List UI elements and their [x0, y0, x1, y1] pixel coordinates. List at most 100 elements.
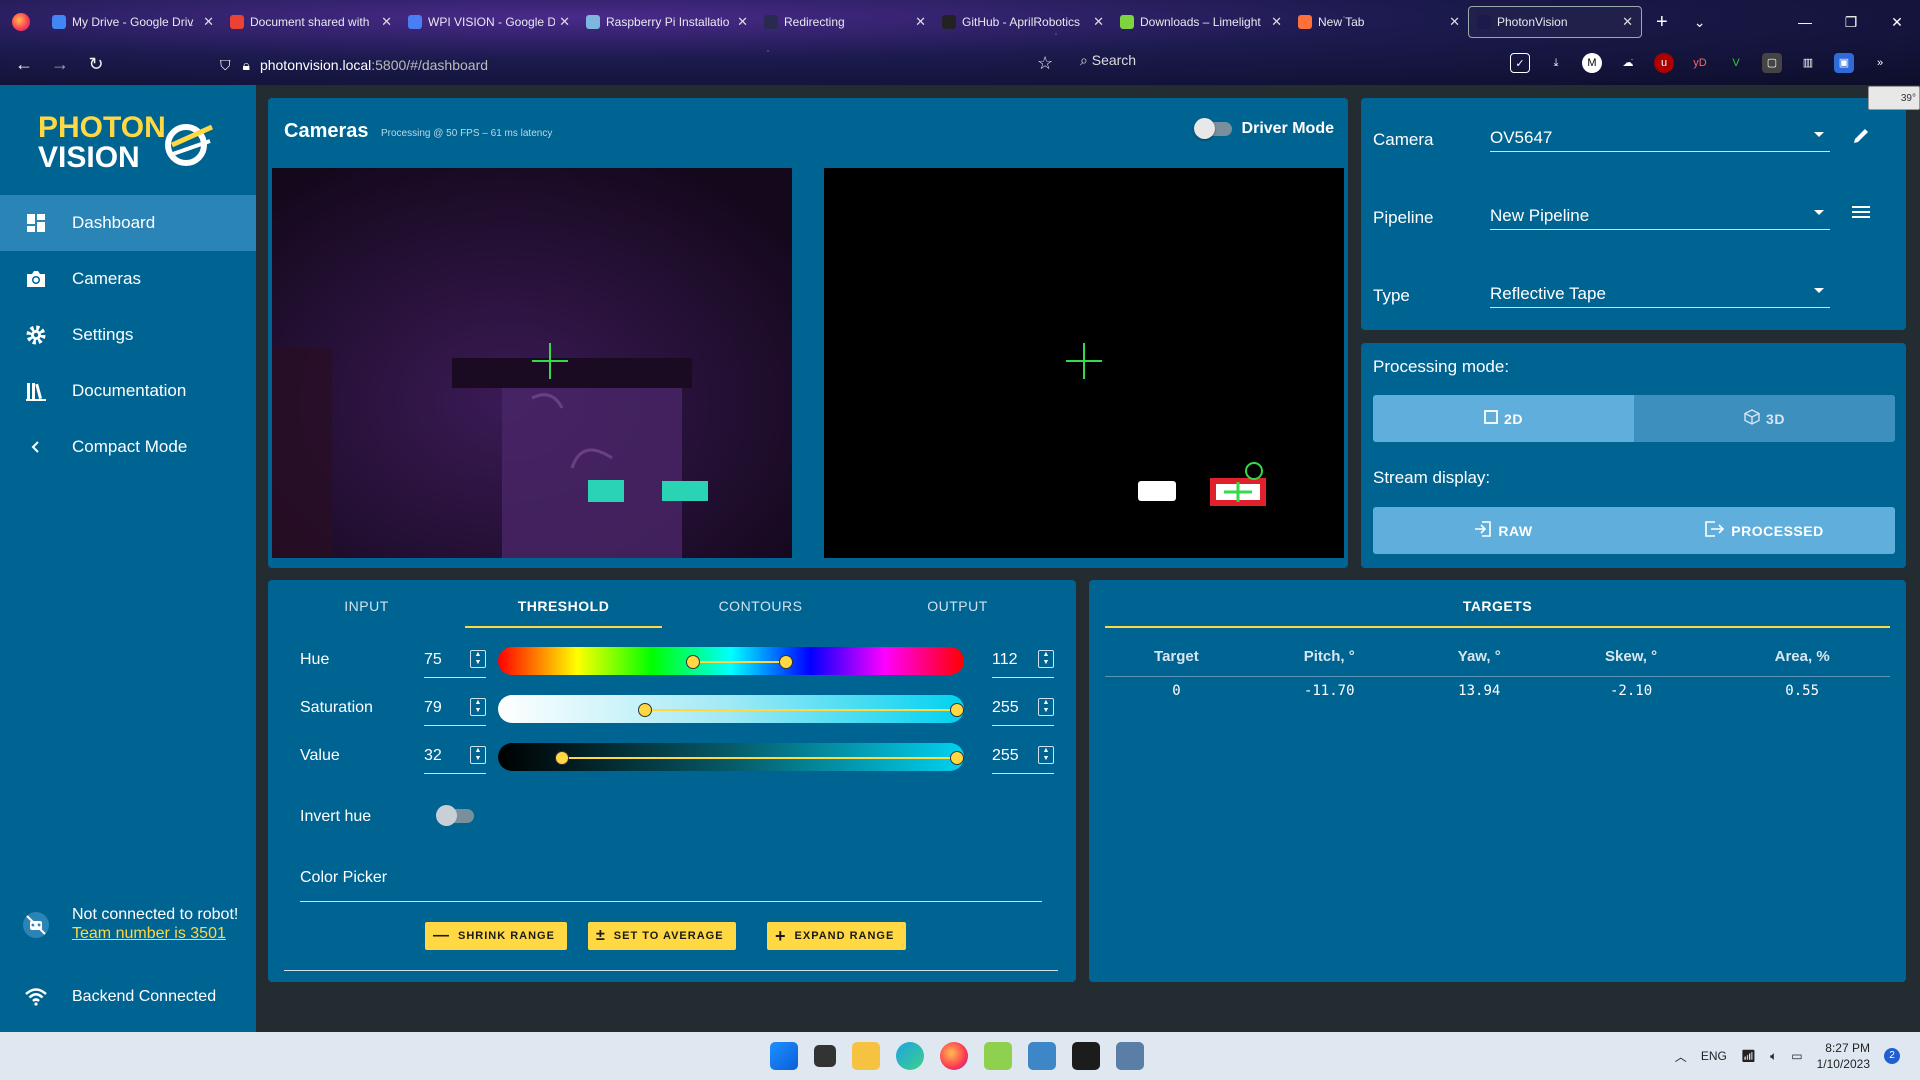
value-range-slider[interactable] [498, 743, 964, 771]
mode-2d-button[interactable]: 2D [1373, 395, 1634, 442]
stepper-icon[interactable]: ▲ ▼ [1038, 650, 1054, 668]
saturation-min-input[interactable]: 79 ▲ ▼ [424, 690, 486, 726]
wifi-tray-icon[interactable]: 📶︎ [1741, 1049, 1756, 1063]
menu-icon[interactable] [1851, 204, 1871, 225]
tab-close-icon[interactable]: ✕ [1449, 14, 1460, 30]
clock[interactable]: 8:27 PM 1/10/2023 [1817, 1040, 1870, 1072]
stepper-icon[interactable]: ▲ ▼ [470, 698, 486, 716]
sidebar-item-settings[interactable]: Settings [0, 307, 256, 363]
extension-box-icon[interactable]: ▢ [1762, 53, 1782, 73]
monitor-app-icon[interactable] [1028, 1042, 1056, 1070]
battery-icon[interactable]: ▭ [1791, 1049, 1802, 1063]
set-to-average-button[interactable]: ± SET TO AVERAGE [588, 922, 736, 950]
tab-contours[interactable]: CONTOURS [662, 580, 859, 628]
tab-close-icon[interactable]: ✕ [381, 14, 392, 30]
browser-tab[interactable]: New Tab ✕ [1290, 6, 1468, 38]
camera-select[interactable]: OV5647 [1490, 120, 1830, 152]
value-max-thumb[interactable] [950, 751, 964, 765]
tab-close-icon[interactable]: ✕ [559, 14, 570, 30]
saturation-max-thumb[interactable] [950, 703, 964, 717]
close-window-icon[interactable]: ✕ [1874, 14, 1920, 31]
team-number-link[interactable]: Team number is 3501 [72, 924, 248, 943]
yandex-icon[interactable]: yD [1690, 53, 1710, 73]
stepper-icon[interactable]: ▲ ▼ [1038, 746, 1054, 764]
overflow-menu-icon[interactable]: » [1870, 53, 1890, 73]
browser-tab[interactable]: WPI VISION - Google D ✕ [400, 6, 578, 38]
saturation-range-slider[interactable] [498, 695, 964, 723]
hue-range-slider[interactable] [498, 647, 964, 675]
tab-close-icon[interactable]: ✕ [203, 14, 214, 30]
url-bar[interactable]: ⛉ 🔒︎ photonvision.local :5800/#/dashboar… [220, 52, 1220, 78]
pocket-icon[interactable]: ✓ [1510, 53, 1530, 73]
saturation-max-input[interactable]: 255 ▲ ▼ [992, 690, 1054, 726]
browser-tab[interactable]: PhotonVision ✕ [1468, 6, 1642, 38]
windows-start-icon[interactable] [770, 1042, 798, 1070]
hue-max-input[interactable]: 112 ▲ ▼ [992, 642, 1054, 678]
browser-tab[interactable]: Downloads – Limelight ✕ [1112, 6, 1290, 38]
volume-icon[interactable]: 🔈︎ [1770, 1049, 1777, 1064]
stepper-icon[interactable]: ▲ ▼ [470, 650, 486, 668]
value-min-input[interactable]: 32 ▲ ▼ [424, 738, 486, 774]
vimium-icon[interactable]: V [1726, 53, 1746, 73]
driver-mode-switch[interactable]: Driver Mode [1193, 118, 1334, 139]
hue-min-thumb[interactable] [686, 655, 701, 669]
reload-icon[interactable]: ↻ [78, 54, 114, 75]
downloads-icon[interactable]: ⤓ [1546, 53, 1566, 73]
firefox-icon[interactable] [940, 1042, 968, 1070]
sidebar-item-documentation[interactable]: Documentation [0, 363, 256, 419]
browser-tab[interactable]: Raspberry Pi Installatio ✕ [578, 6, 756, 38]
task-view-icon[interactable] [814, 1045, 836, 1067]
sidebar-item-cameras[interactable]: Cameras [0, 251, 256, 307]
stepper-icon[interactable]: ▲ ▼ [470, 746, 486, 764]
hue-min-input[interactable]: 75 ▲ ▼ [424, 642, 486, 678]
processed-stream-button[interactable]: PROCESSED [1634, 507, 1895, 554]
minimize-icon[interactable]: — [1782, 14, 1828, 30]
edge-icon[interactable] [896, 1042, 924, 1070]
browser-tab[interactable]: Document shared with ✕ [222, 6, 400, 38]
firefox-menu-icon[interactable] [12, 13, 30, 31]
pipeline-select[interactable]: New Pipeline [1490, 198, 1830, 230]
extension-blue-icon[interactable]: ▣ [1834, 53, 1854, 73]
file-explorer-icon[interactable] [852, 1042, 880, 1070]
tab-output[interactable]: OUTPUT [859, 580, 1056, 628]
driver-mode-toggle[interactable] [1193, 118, 1232, 139]
restore-icon[interactable]: ❐ [1828, 14, 1874, 31]
chevron-up-icon[interactable]: ︿ [1675, 1048, 1687, 1065]
pencil-icon[interactable] [1851, 126, 1871, 151]
search-box[interactable]: ⌕ Search [1080, 52, 1136, 69]
tab-input[interactable]: INPUT [268, 580, 465, 628]
type-select[interactable]: Reflective Tape [1490, 276, 1830, 308]
expand-range-button[interactable]: + EXPAND RANGE [767, 922, 907, 950]
browser-tab[interactable]: Redirecting ✕ [756, 6, 934, 38]
extension-weather-icon[interactable]: ☁ [1618, 53, 1638, 73]
tab-close-icon[interactable]: ✕ [1093, 14, 1104, 30]
terminal-icon[interactable] [1072, 1042, 1100, 1070]
tab-close-icon[interactable]: ✕ [737, 14, 748, 30]
tab-close-icon[interactable]: ✕ [1622, 14, 1633, 30]
mode-3d-button[interactable]: 3D [1634, 395, 1895, 442]
package-app-icon[interactable] [984, 1042, 1012, 1070]
sidebar-item-dashboard[interactable]: Dashboard [0, 195, 256, 251]
weather-widget[interactable]: 39° [1868, 86, 1920, 110]
language-indicator[interactable]: ENG [1701, 1049, 1727, 1063]
bookmark-star-icon[interactable]: ☆ [1037, 53, 1053, 74]
forward-icon[interactable]: → [42, 54, 78, 75]
tab-close-icon[interactable]: ✕ [1271, 14, 1282, 30]
value-min-thumb[interactable] [554, 751, 569, 765]
back-icon[interactable]: ← [6, 54, 42, 75]
hue-max-thumb[interactable] [779, 655, 794, 669]
saturation-min-thumb[interactable] [638, 703, 653, 717]
stepper-icon[interactable]: ▲ ▼ [1038, 698, 1054, 716]
account-icon[interactable]: M [1582, 53, 1602, 73]
ublock-icon[interactable]: u [1654, 53, 1674, 73]
raw-camera-stream[interactable] [272, 168, 792, 558]
tab-threshold[interactable]: THRESHOLD [465, 580, 662, 628]
shrink-range-button[interactable]: — SHRINK RANGE [425, 922, 567, 950]
list-all-tabs-icon[interactable]: ⌄ [1694, 14, 1706, 31]
shield-icon[interactable]: ⛉ [220, 57, 231, 74]
remote-desktop-icon[interactable] [1116, 1042, 1144, 1070]
processed-camera-stream[interactable] [824, 168, 1344, 558]
extension-bars-icon[interactable]: ▥ [1798, 53, 1818, 73]
invert-hue-toggle[interactable] [436, 805, 474, 826]
tab-close-icon[interactable]: ✕ [915, 14, 926, 30]
